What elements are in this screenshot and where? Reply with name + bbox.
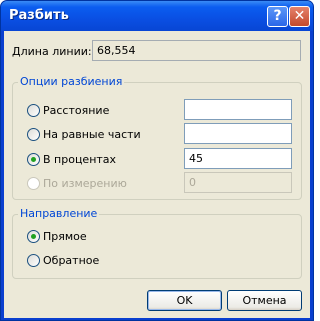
option-equal-parts-label: На равные части <box>43 128 141 141</box>
option-percent-label: В процентах <box>43 153 117 166</box>
ok-button[interactable]: OK <box>147 290 222 311</box>
radio-indicator <box>27 128 40 141</box>
direction-group: Направление Прямое Обратное <box>12 207 302 279</box>
close-button[interactable]: ✕ <box>289 6 310 27</box>
direction-forward-label: Прямое <box>43 230 87 243</box>
window-title: Разбить <box>9 8 69 23</box>
cancel-button[interactable]: Отмена <box>227 290 302 311</box>
dialog-body: Длина линии: 68,554 Опции разбиения Расс… <box>4 31 310 318</box>
line-length-label: Длина линии: <box>12 45 92 58</box>
option-distance-label: Расстояние <box>43 104 110 117</box>
radio-indicator-selected <box>27 153 40 166</box>
radio-indicator <box>27 104 40 117</box>
equal-parts-input[interactable] <box>184 123 292 144</box>
measure-input: 0 <box>184 172 292 193</box>
radio-indicator-disabled <box>27 177 40 190</box>
help-button[interactable]: ? <box>267 6 288 27</box>
direction-reverse-label: Обратное <box>43 254 100 267</box>
radio-indicator <box>27 254 40 267</box>
split-options-legend: Опции разбиения <box>18 75 125 88</box>
dialog-window: Разбить ? ✕ Длина линии: 68,554 Опции ра… <box>0 0 314 321</box>
split-options-group: Опции разбиения Расстояние На равные час… <box>12 75 302 200</box>
radio-indicator-selected <box>27 230 40 243</box>
option-measure-label: По измерению <box>43 177 127 190</box>
direction-legend: Направление <box>18 207 100 220</box>
title-bar[interactable]: Разбить ? ✕ <box>1 1 313 31</box>
percent-input[interactable]: 45 <box>184 148 292 169</box>
line-length-field: 68,554 <box>92 40 301 61</box>
distance-input[interactable] <box>184 99 292 120</box>
